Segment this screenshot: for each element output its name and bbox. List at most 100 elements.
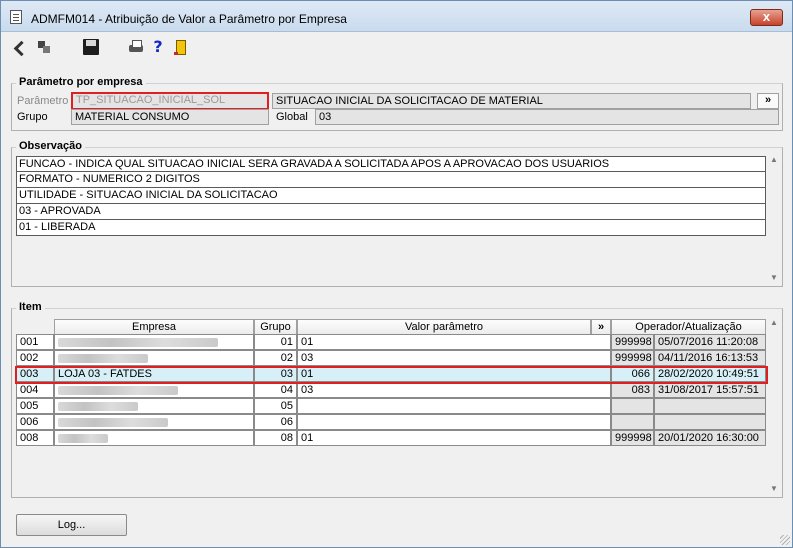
column-header-grupo[interactable]: Grupo <box>254 319 297 335</box>
row-operador <box>611 414 654 430</box>
observacao-list: FUNCAO - INDICA QUAL SITUACAO INICIAL SE… <box>16 156 766 236</box>
row-data: 31/08/2017 15:57:51 <box>654 382 766 398</box>
row-code: 008 <box>16 430 54 446</box>
row-code: 004 <box>16 382 54 398</box>
copy-pages-icon[interactable] <box>36 39 52 55</box>
redacted-text <box>58 401 138 411</box>
help-icon[interactable]: ? <box>150 39 166 55</box>
row-operador: 083 <box>611 382 654 398</box>
row-valor[interactable]: 01 <box>297 366 611 382</box>
row-valor[interactable]: 03 <box>297 382 611 398</box>
row-data: 05/07/2016 11:20:08 <box>654 334 766 350</box>
parametro-section-title: Parâmetro por empresa <box>16 76 146 88</box>
row-grupo: 03 <box>254 366 297 382</box>
row-data: 28/02/2020 10:49:51 <box>654 366 766 382</box>
table-row[interactable]: 005 05 <box>16 398 766 414</box>
row-operador: 999998 <box>611 350 654 366</box>
row-empresa <box>54 414 254 430</box>
row-code: 006 <box>16 414 54 430</box>
row-empresa <box>54 350 254 366</box>
row-empresa <box>54 334 254 350</box>
scroll-down-icon[interactable]: ▼ <box>770 485 778 493</box>
close-button[interactable]: x <box>750 9 783 26</box>
parametro-section: Parâmetro por empresa Parâmetro TP_SITUA… <box>11 76 783 131</box>
item-section: Item Empresa Grupo Valor parâmetro » Ope… <box>11 301 783 498</box>
observacao-line[interactable]: 03 - APROVADA <box>16 204 766 220</box>
row-operador <box>611 398 654 414</box>
row-grupo: 06 <box>254 414 297 430</box>
grupo-label: Grupo <box>17 111 48 123</box>
parametro-field[interactable]: TP_SITUACAO_INICIAL_SOL <box>71 92 269 110</box>
exit-door-icon[interactable] <box>173 39 189 55</box>
row-grupo: 01 <box>254 334 297 350</box>
observacao-line[interactable]: FUNCAO - INDICA QUAL SITUACAO INICIAL SE… <box>16 156 766 172</box>
app-window: ADMFM014 - Atribuição de Valor a Parâmet… <box>0 0 793 548</box>
row-operador: 999998 <box>611 430 654 446</box>
column-header-valor[interactable]: Valor parâmetro <box>297 319 591 335</box>
item-scrollbar[interactable]: ▲ ▼ <box>768 317 780 495</box>
observacao-section-title: Observação <box>16 140 85 152</box>
table-row[interactable]: 002 02 03 999998 04/11/2016 16:13:53 <box>16 350 766 366</box>
global-label: Global <box>276 111 308 123</box>
column-header-empresa[interactable]: Empresa <box>54 319 254 335</box>
row-code: 002 <box>16 350 54 366</box>
grupo-field: MATERIAL CONSUMO <box>71 109 269 125</box>
row-empresa <box>54 382 254 398</box>
table-row[interactable]: 006 06 <box>16 414 766 430</box>
row-empresa <box>54 430 254 446</box>
row-valor[interactable] <box>297 398 611 414</box>
row-grupo: 02 <box>254 350 297 366</box>
table-row[interactable]: 001 01 01 999998 05/07/2016 11:20:08 <box>16 334 766 350</box>
table-row-selected[interactable]: 003 LOJA 03 - FATDES 03 01 066 28/02/202… <box>16 366 766 382</box>
redacted-text <box>58 385 178 395</box>
row-code: 001 <box>16 334 54 350</box>
observacao-line[interactable]: UTILIDADE - SITUACAO INICIAL DA SOLICITA… <box>16 188 766 204</box>
row-grupo: 04 <box>254 382 297 398</box>
row-data: 04/11/2016 16:13:53 <box>654 350 766 366</box>
row-valor[interactable] <box>297 414 611 430</box>
table-row[interactable]: 004 04 03 083 31/08/2017 15:57:51 <box>16 382 766 398</box>
parametro-label: Parâmetro <box>17 95 69 107</box>
toolbar: ? <box>10 39 210 59</box>
scroll-up-icon[interactable]: ▲ <box>770 319 778 327</box>
row-data <box>654 398 766 414</box>
row-operador: 066 <box>611 366 654 382</box>
parametro-more-button[interactable]: » <box>757 93 779 109</box>
observacao-line[interactable]: FORMATO - NUMERICO 2 DIGITOS <box>16 172 766 188</box>
row-valor[interactable]: 03 <box>297 350 611 366</box>
window-title: ADMFM014 - Atribuição de Valor a Parâmet… <box>31 12 347 26</box>
item-section-title: Item <box>16 301 45 313</box>
scroll-down-icon[interactable]: ▼ <box>770 274 778 282</box>
row-empresa <box>54 398 254 414</box>
back-arrow-icon[interactable] <box>14 39 30 55</box>
redacted-text <box>58 337 218 347</box>
parametro-description-field: SITUACAO INICIAL DA SOLICITACAO DE MATER… <box>272 93 751 109</box>
resize-grip-icon[interactable] <box>780 535 790 545</box>
column-header-operador[interactable]: Operador/Atualização <box>611 319 766 335</box>
observacao-section: Observação FUNCAO - INDICA QUAL SITUACAO… <box>11 140 783 287</box>
title-bar: ADMFM014 - Atribuição de Valor a Parâmet… <box>1 1 792 32</box>
log-button[interactable]: Log... <box>16 514 127 536</box>
observacao-scrollbar[interactable]: ▲ ▼ <box>768 154 780 284</box>
row-empresa: LOJA 03 - FATDES <box>54 366 254 382</box>
row-code: 003 <box>16 366 54 382</box>
save-icon[interactable] <box>83 39 99 55</box>
redacted-text <box>58 433 108 443</box>
row-valor[interactable]: 01 <box>297 334 611 350</box>
redacted-text <box>58 353 148 363</box>
row-code: 005 <box>16 398 54 414</box>
row-operador: 999998 <box>611 334 654 350</box>
row-valor[interactable]: 01 <box>297 430 611 446</box>
row-grupo: 05 <box>254 398 297 414</box>
row-grupo: 08 <box>254 430 297 446</box>
column-header-more-button[interactable]: » <box>591 319 611 335</box>
redacted-text <box>58 417 168 427</box>
global-field: 03 <box>315 109 779 125</box>
row-data <box>654 414 766 430</box>
row-data: 20/01/2020 16:30:00 <box>654 430 766 446</box>
document-icon <box>10 10 22 24</box>
scroll-up-icon[interactable]: ▲ <box>770 156 778 164</box>
observacao-line[interactable]: 01 - LIBERADA <box>16 220 766 236</box>
print-icon[interactable] <box>128 39 144 55</box>
table-row[interactable]: 008 08 01 999998 20/01/2020 16:30:00 <box>16 430 766 446</box>
